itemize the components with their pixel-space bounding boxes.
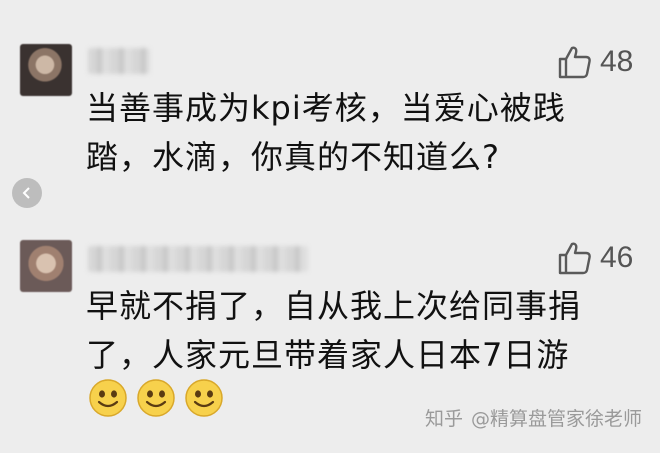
comment-text: 早就不捐了，自从我上次给同事捐 了，人家元旦带着家人日本7日游 [86, 287, 582, 374]
username-blurred[interactable] [88, 48, 150, 74]
username-blurred[interactable] [88, 246, 308, 272]
avatar[interactable] [20, 240, 72, 292]
smile-emoji-icon [137, 379, 175, 417]
comment-text: 当善事成为kpi考核，当爱心被践 踏，水滴，你真的不知道么? [86, 89, 566, 176]
like-button[interactable]: 46 [556, 240, 633, 276]
thumbs-up-icon [558, 46, 591, 79]
watermark-site: 知乎 [424, 408, 463, 430]
smile-emoji-icon [185, 379, 223, 417]
like-count: 46 [600, 241, 634, 274]
watermark: 知乎 @精算盘管家徐老师 [425, 404, 642, 431]
like-count: 48 [600, 45, 634, 78]
like-button[interactable]: 48 [556, 44, 633, 80]
back-button[interactable] [12, 178, 42, 208]
smile-emoji-icon [89, 379, 127, 417]
avatar[interactable] [20, 44, 72, 96]
watermark-author: @精算盘管家徐老师 [470, 408, 642, 430]
emoji-row [88, 378, 224, 418]
thumbs-up-icon [558, 242, 591, 275]
chevron-left-icon [22, 187, 30, 199]
